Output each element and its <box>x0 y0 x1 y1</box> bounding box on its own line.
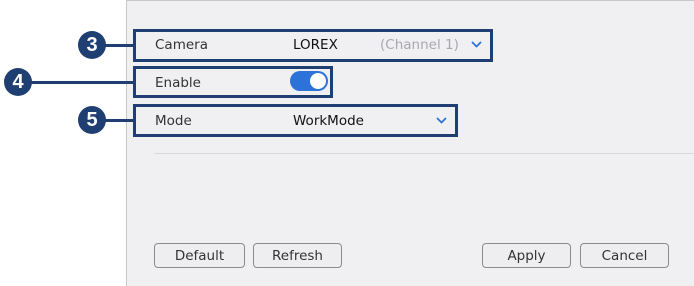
mode-highlight-box <box>133 104 458 137</box>
apply-button[interactable]: Apply <box>482 243 571 268</box>
camera-highlight-box <box>133 29 493 62</box>
callout-badge-3: 3 <box>78 31 106 59</box>
callout-connector <box>104 44 135 47</box>
section-divider <box>154 153 694 154</box>
callout-badge-4: 4 <box>4 68 32 96</box>
camera-settings-screen: Camera LOREX (Channel 1) Enable Mode Wor… <box>0 0 694 286</box>
enable-highlight-box <box>133 66 333 98</box>
refresh-button[interactable]: Refresh <box>253 243 342 268</box>
callout-connector <box>104 119 135 122</box>
callout-connector <box>30 81 135 84</box>
cancel-button[interactable]: Cancel <box>580 243 669 268</box>
default-button[interactable]: Default <box>154 243 245 268</box>
callout-badge-5: 5 <box>78 106 106 134</box>
